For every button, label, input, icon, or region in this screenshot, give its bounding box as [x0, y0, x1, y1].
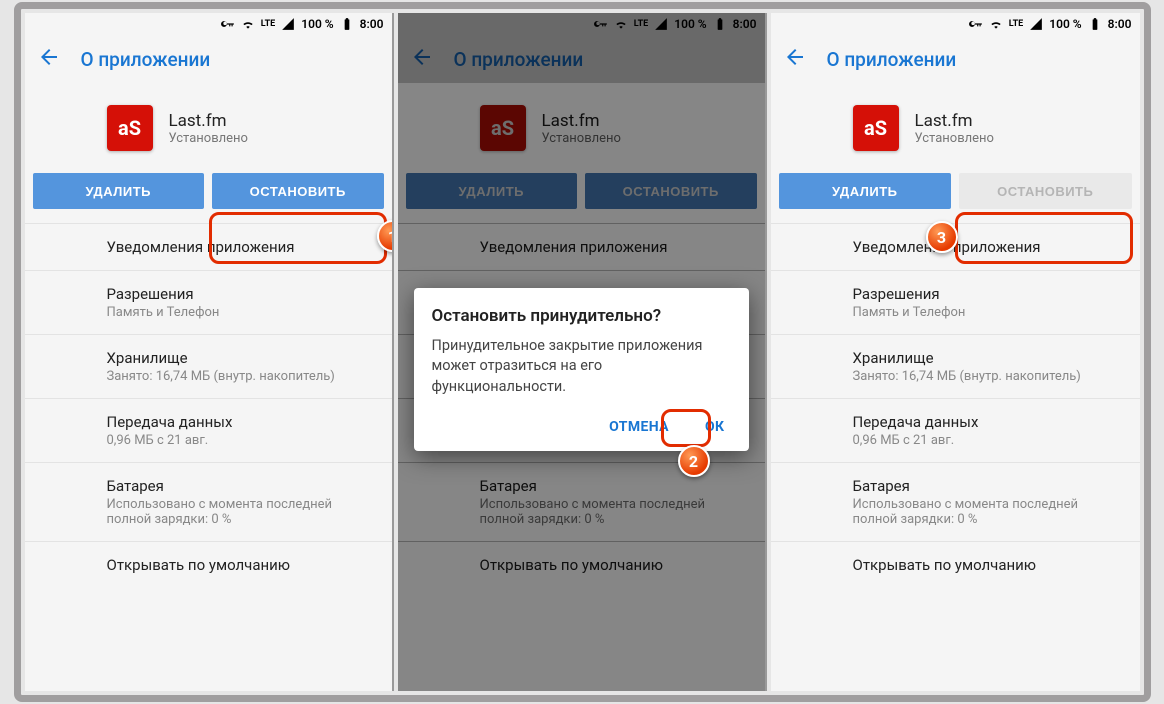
lte-label: LTE: [1009, 19, 1024, 29]
defaults-item[interactable]: Открывать по умолчанию: [771, 541, 1140, 588]
key-icon: [221, 17, 235, 31]
header: О приложении: [771, 35, 1140, 83]
tutorial-container: LTE 100 % 8:00 О приложении aS Last.fm У…: [14, 2, 1151, 702]
list-label: Открывать по умолчанию: [107, 556, 362, 574]
wifi-icon: [241, 17, 255, 31]
signal-icon: [281, 17, 295, 31]
dialog-ok-button[interactable]: ОК: [699, 411, 731, 443]
permissions-item[interactable]: Разрешения Память и Телефон: [25, 270, 392, 334]
app-status: Установлено: [169, 131, 248, 146]
defaults-item[interactable]: Открывать по умолчанию: [25, 541, 392, 588]
list-label: Хранилище: [853, 349, 1110, 367]
data-item[interactable]: Передача данных 0,96 МБ с 21 авг.: [771, 398, 1140, 462]
battery-label: 100 %: [1049, 17, 1081, 31]
app-status: Установлено: [915, 131, 994, 146]
battery-icon: [1088, 17, 1102, 31]
header: О приложении: [25, 35, 392, 83]
notifications-item[interactable]: Уведомления приложения: [25, 223, 392, 270]
statusbar: LTE 100 % 8:00: [771, 13, 1140, 35]
permissions-item[interactable]: Разрешения Память и Телефон: [771, 270, 1140, 334]
statusbar: LTE 100 % 8:00: [25, 13, 392, 35]
battery-icon: [340, 17, 354, 31]
list-label: Хранилище: [107, 349, 362, 367]
app-info-block: aS Last.fm Установлено: [771, 83, 1140, 173]
page-title: О приложении: [827, 48, 957, 71]
force-stop-dialog: Остановить принудительно? Принудительное…: [414, 288, 749, 451]
clock-label: 8:00: [360, 17, 384, 31]
dialog-cancel-button[interactable]: ОТМЕНА: [603, 411, 675, 443]
key-icon: [969, 17, 983, 31]
uninstall-button[interactable]: УДАЛИТЬ: [779, 173, 952, 209]
list-sub: 0,96 МБ с 21 авг.: [853, 433, 1110, 448]
list-label: Передача данных: [853, 413, 1110, 431]
wifi-icon: [989, 17, 1003, 31]
screen-2: LTE 100 % 8:00 О приложении aS Last.fm У…: [398, 13, 767, 691]
list-label: Батарея: [853, 477, 1110, 495]
app-icon: aS: [107, 105, 153, 151]
page-title: О приложении: [81, 48, 211, 71]
back-button[interactable]: [37, 45, 61, 73]
app-name: Last.fm: [169, 111, 248, 131]
lte-label: LTE: [261, 19, 276, 29]
force-stop-button[interactable]: ОСТАНОВИТЬ: [212, 173, 384, 209]
list-sub: Использовано с момента последней полной …: [107, 497, 362, 527]
list-label: Открывать по умолчанию: [853, 556, 1110, 574]
app-info-block: aS Last.fm Установлено: [25, 83, 392, 173]
list-sub: Занято: 16,74 МБ (внутр. накопитель): [107, 369, 362, 384]
app-icon: aS: [853, 105, 899, 151]
storage-item[interactable]: Хранилище Занято: 16,74 МБ (внутр. накопи…: [771, 334, 1140, 398]
dialog-title: Остановить принудительно?: [432, 306, 731, 326]
data-item[interactable]: Передача данных 0,96 МБ с 21 авг.: [25, 398, 392, 462]
battery-item[interactable]: Батарея Использовано с момента последней…: [25, 462, 392, 541]
list-label: Батарея: [107, 477, 362, 495]
list-label: Уведомления приложения: [853, 238, 1110, 256]
list-sub: 0,96 МБ с 21 авг.: [107, 433, 362, 448]
list-sub: Память и Телефон: [107, 305, 362, 320]
list-sub: Занято: 16,74 МБ (внутр. накопитель): [853, 369, 1110, 384]
list-label: Разрешения: [853, 285, 1110, 303]
screen-1: LTE 100 % 8:00 О приложении aS Last.fm У…: [25, 13, 394, 691]
storage-item[interactable]: Хранилище Занято: 16,74 МБ (внутр. накоп…: [25, 334, 392, 398]
uninstall-button[interactable]: УДАЛИТЬ: [33, 173, 205, 209]
screen-3: LTE 100 % 8:00 О приложении aS Last.fm У…: [771, 13, 1140, 691]
back-arrow-icon: [37, 45, 61, 69]
battery-item[interactable]: Батарея Использовано с момента последней …: [771, 462, 1140, 541]
battery-label: 100 %: [301, 17, 333, 31]
force-stop-button-disabled: ОСТАНОВИТЬ: [959, 173, 1132, 209]
dialog-message: Принудительное закрытие приложения может…: [432, 336, 731, 397]
list-label: Передача данных: [107, 413, 362, 431]
app-name: Last.fm: [915, 111, 994, 131]
clock-label: 8:00: [1108, 17, 1132, 31]
back-arrow-icon: [783, 45, 807, 69]
back-button[interactable]: [783, 45, 807, 73]
list-label: Уведомления приложения: [107, 238, 362, 256]
list-sub: Использовано с момента последней полной …: [853, 497, 1110, 527]
notifications-item[interactable]: Уведомления приложения: [771, 223, 1140, 270]
signal-icon: [1029, 17, 1043, 31]
list-sub: Память и Телефон: [853, 305, 1110, 320]
list-label: Разрешения: [107, 285, 362, 303]
